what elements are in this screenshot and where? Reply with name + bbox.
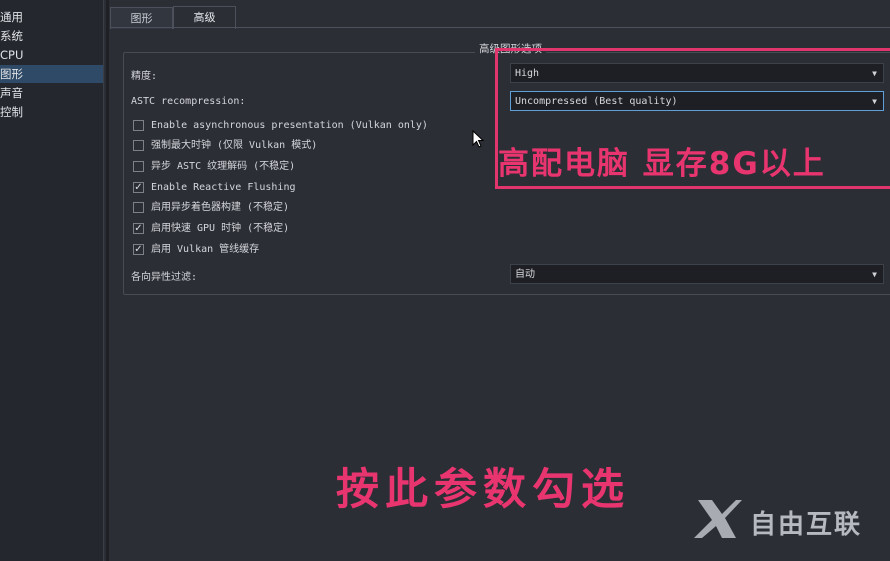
chevron-down-icon: ▼ bbox=[872, 270, 877, 279]
checkbox-label: Enable Reactive Flushing bbox=[151, 182, 296, 193]
sidebar-item-general[interactable]: 通用 bbox=[0, 8, 103, 26]
tab-underline bbox=[110, 27, 890, 28]
sidebar-item-system[interactable]: 系统 bbox=[0, 27, 103, 45]
checkbox[interactable] bbox=[133, 202, 144, 213]
settings-sidebar: 通用 系统 CPU 图形 声音 控制 bbox=[0, 0, 104, 561]
overlay-top-text: 高配电脑 显存8G以上 bbox=[498, 146, 826, 182]
checkbox-label: Enable asynchronous presentation (Vulkan… bbox=[151, 120, 428, 131]
tab-advanced[interactable]: 高级 bbox=[173, 6, 236, 29]
sidebar-item-graphics[interactable]: 图形 bbox=[0, 65, 103, 83]
watermark-text: 自由互联 bbox=[750, 510, 863, 540]
sidebar-item-cpu[interactable]: CPU bbox=[0, 46, 103, 64]
checkbox-label: 启用快速 GPU 时钟 (不稳定) bbox=[151, 223, 290, 234]
sidebar-item-controls[interactable]: 控制 bbox=[0, 103, 103, 121]
sidebar-item-audio[interactable]: 声音 bbox=[0, 84, 103, 102]
accuracy-label: 精度: bbox=[131, 71, 158, 82]
overlay-bottom-text: 按此参数勾选 bbox=[336, 465, 630, 515]
checkbox-label: 启用 Vulkan 管线缓存 bbox=[151, 244, 260, 255]
anisotropic-select[interactable]: 自动 ▼ bbox=[510, 264, 884, 284]
checkbox[interactable] bbox=[133, 120, 144, 131]
mouse-cursor-icon bbox=[472, 130, 484, 148]
checkbox-checked[interactable]: ✓ bbox=[133, 182, 144, 193]
checkbox[interactable] bbox=[133, 161, 144, 172]
checkbox-label: 启用异步着色器构建 (不稳定) bbox=[151, 202, 290, 213]
checkbox-label: 异步 ASTC 纹理解码 (不稳定) bbox=[151, 161, 296, 172]
anisotropic-label: 各向异性过滤: bbox=[131, 272, 198, 283]
x-logo-icon bbox=[694, 500, 742, 538]
checkbox[interactable] bbox=[133, 140, 144, 151]
tab-graphics[interactable]: 图形 bbox=[110, 7, 173, 29]
checkbox-checked[interactable]: ✓ bbox=[133, 223, 144, 234]
checkbox-label: 强制最大时钟 (仅限 Vulkan 模式) bbox=[151, 140, 318, 151]
anisotropic-value: 自动 bbox=[515, 269, 535, 280]
checkbox-checked[interactable]: ✓ bbox=[133, 244, 144, 255]
sidebar-divider bbox=[106, 0, 109, 561]
astc-label: ASTC recompression: bbox=[131, 96, 246, 107]
